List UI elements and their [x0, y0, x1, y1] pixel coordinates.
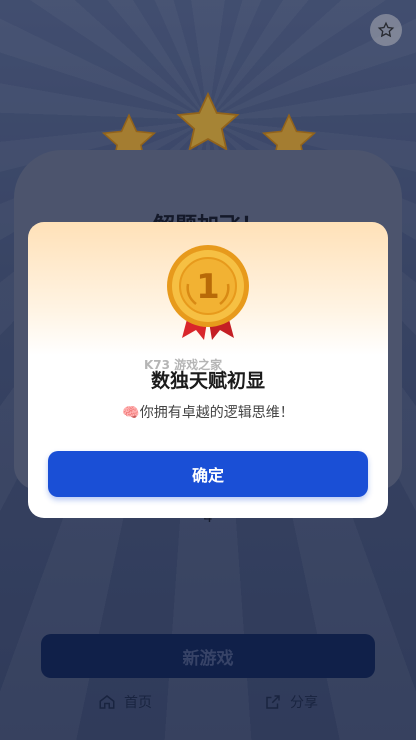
- achievement-description-text: 你拥有卓越的逻辑思维！: [139, 405, 294, 421]
- achievement-title: 数独天赋初显: [150, 370, 265, 392]
- medal-rank: 1: [196, 267, 220, 307]
- brain-icon: 🧠: [122, 405, 140, 421]
- achievement-dialog: 1 K73 游戏之家 数独天赋初显 🧠你拥有卓越的逻辑思维！ 确定: [28, 222, 388, 518]
- gold-medal-icon: 1: [167, 245, 249, 340]
- achievement-description: 🧠你拥有卓越的逻辑思维！: [28, 402, 388, 422]
- confirm-button[interactable]: 确定: [48, 451, 368, 497]
